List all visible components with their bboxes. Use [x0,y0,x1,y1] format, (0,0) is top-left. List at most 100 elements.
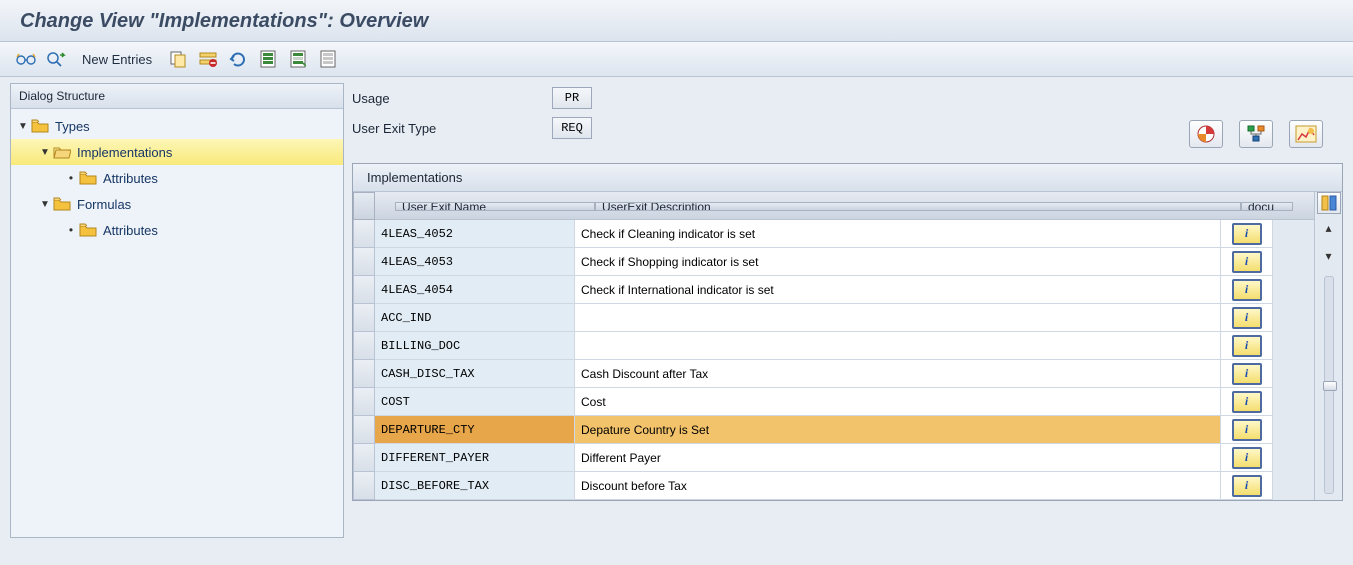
tree-label: Attributes [103,223,158,238]
tree: ▼ Types ▼ Implementations • Attributes ▼… [11,109,343,537]
info-icon[interactable]: i [1232,475,1262,497]
col-header-docu[interactable]: docu [1241,202,1293,211]
usage-label: Usage [352,91,552,106]
user-exit-desc-cell[interactable]: Cost [575,388,1221,416]
row-selector[interactable] [353,388,375,416]
delete-row-icon[interactable] [196,48,220,70]
info-icon[interactable]: i [1232,391,1262,413]
table-row[interactable]: 4LEAS_4052Check if Cleaning indicator is… [375,220,1314,248]
table-config-icon[interactable] [1317,192,1341,214]
user-exit-desc-cell[interactable] [575,332,1221,360]
new-entries-button[interactable]: New Entries [74,50,160,69]
collapse-icon[interactable]: ▼ [39,147,51,158]
user-exit-desc-cell[interactable]: Cash Discount after Tax [575,360,1221,388]
tree-label: Attributes [103,171,158,186]
info-icon[interactable]: i [1232,447,1262,469]
row-selector[interactable] [353,220,375,248]
table-row[interactable]: 4LEAS_4054Check if International indicat… [375,276,1314,304]
usage-row: Usage PR [352,83,1343,113]
user-exit-name-cell[interactable]: 4LEAS_4053 [375,248,575,276]
row-selector[interactable] [353,416,375,444]
user-exit-desc-cell[interactable] [575,304,1221,332]
user-exit-type-value[interactable]: REQ [552,117,592,139]
info-icon[interactable]: i [1232,419,1262,441]
user-exit-name-cell[interactable]: CASH_DISC_TAX [375,360,575,388]
user-exit-name-cell[interactable]: BILLING_DOC [375,332,575,360]
hierarchy-icon[interactable] [1239,120,1273,148]
usage-value[interactable]: PR [552,87,592,109]
tree-node-implementations[interactable]: ▼ Implementations [11,139,343,165]
row-selector[interactable] [353,472,375,500]
scrollbar-track[interactable] [1324,276,1334,494]
col-header-desc[interactable]: UserExit Description [595,202,1241,211]
deselect-all-icon[interactable] [316,48,340,70]
user-exit-name-cell[interactable]: DISC_BEFORE_TAX [375,472,575,500]
tree-label: Formulas [77,197,131,212]
info-icon[interactable]: i [1232,223,1262,245]
user-exit-desc-cell[interactable]: Check if Cleaning indicator is set [575,220,1221,248]
table-row[interactable]: COSTCosti [375,388,1314,416]
page-title: Change View "Implementations": Overview [20,10,428,32]
table-row[interactable]: DEPARTURE_CTYDepature Country is Set i [375,416,1314,444]
page-header: Change View "Implementations": Overview [0,0,1353,42]
table-row[interactable]: BILLING_DOC i [375,332,1314,360]
user-exit-desc-cell[interactable]: Check if International indicator is set [575,276,1221,304]
row-selector[interactable] [353,444,375,472]
select-block-icon[interactable] [286,48,310,70]
table-row[interactable]: ACC_IND i [375,304,1314,332]
user-exit-desc-cell[interactable]: Depature Country is Set [575,416,1221,444]
row-selector[interactable] [353,332,375,360]
tree-label: Implementations [77,145,172,160]
glasses-icon[interactable] [14,48,38,70]
select-all-icon[interactable] [256,48,280,70]
user-exit-name-cell[interactable]: ACC_IND [375,304,575,332]
tree-node-attributes-2[interactable]: • Attributes [11,217,343,243]
row-selector[interactable] [353,276,375,304]
user-exit-name-cell[interactable]: 4LEAS_4054 [375,276,575,304]
user-exit-desc-cell[interactable]: Different Payer [575,444,1221,472]
info-icon[interactable]: i [1232,307,1262,329]
user-exit-desc-cell[interactable]: Discount before Tax [575,472,1221,500]
user-exit-name-cell[interactable]: DIFFERENT_PAYER [375,444,575,472]
undo-icon[interactable] [226,48,250,70]
scroll-down-icon[interactable]: ▾ [1319,246,1339,266]
gutter-head[interactable] [353,192,375,220]
info-icon[interactable]: i [1232,335,1262,357]
row-selector[interactable] [353,248,375,276]
table-row[interactable]: CASH_DISC_TAXCash Discount after Tax i [375,360,1314,388]
user-exit-name-cell[interactable]: COST [375,388,575,416]
folder-icon [53,197,71,211]
row-selector[interactable] [353,304,375,332]
scroll-column: ▴ ▾ [1314,192,1342,500]
collapse-icon[interactable]: ▼ [17,121,29,132]
scrollbar-grip[interactable] [1323,381,1337,391]
bullet-icon: • [65,223,77,237]
info-icon[interactable]: i [1232,251,1262,273]
tree-node-attributes-1[interactable]: • Attributes [11,165,343,191]
docu-cell: i [1221,276,1273,304]
user-exit-desc-cell[interactable]: Check if Shopping indicator is set [575,248,1221,276]
user-exit-type-label: User Exit Type [352,121,552,136]
info-icon[interactable]: i [1232,363,1262,385]
row-selector-gutter [353,192,375,500]
user-exit-name-cell[interactable]: 4LEAS_4052 [375,220,575,248]
copy-icon[interactable] [166,48,190,70]
user-exit-name-cell[interactable]: DEPARTURE_CTY [375,416,575,444]
chart-icon[interactable] [1289,120,1323,148]
pie-icon[interactable] [1189,120,1223,148]
docu-cell: i [1221,472,1273,500]
table-row[interactable]: DISC_BEFORE_TAXDiscount before Tax i [375,472,1314,500]
tree-node-formulas[interactable]: ▼ Formulas [11,191,343,217]
col-header-name[interactable]: User Exit Name [395,202,595,211]
table-header-row: User Exit Name UserExit Description docu [375,192,1314,220]
row-selector[interactable] [353,360,375,388]
table-row[interactable]: 4LEAS_4053Check if Shopping indicator is… [375,248,1314,276]
collapse-icon[interactable]: ▼ [39,199,51,210]
tree-node-types[interactable]: ▼ Types [11,113,343,139]
info-icon[interactable]: i [1232,279,1262,301]
table-title: Implementations [353,164,1342,192]
scroll-up-icon[interactable]: ▴ [1319,218,1339,238]
docu-cell: i [1221,332,1273,360]
table-row[interactable]: DIFFERENT_PAYERDifferent Payer i [375,444,1314,472]
magnify-arrow-icon[interactable] [44,48,68,70]
